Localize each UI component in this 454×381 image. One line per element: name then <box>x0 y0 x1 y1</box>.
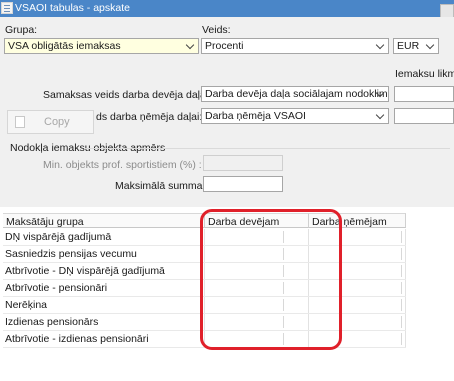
chevron-down-icon[interactable] <box>184 39 196 53</box>
min-objects-input[interactable] <box>203 155 283 171</box>
chevron-down-icon[interactable] <box>374 109 386 123</box>
max-sum-label: Maksimālā summa: <box>115 180 206 192</box>
payer-group-name: Izdienas pensionārs <box>5 316 99 328</box>
grupa-label: Grupa: <box>5 24 38 36</box>
column-header-maksataju-grupa[interactable]: Maksātāju grupa <box>3 213 205 228</box>
chevron-down-icon[interactable] <box>424 39 436 53</box>
veids-select[interactable]: Procenti <box>201 38 389 54</box>
group-divider <box>85 148 450 149</box>
grupa-select[interactable]: VSA obligātās iemaksas <box>4 38 199 54</box>
employee-payment-value: Darba ņēmēja VSAOI <box>205 110 306 122</box>
window-title: VSAOI tabulas - apskate <box>15 2 130 14</box>
employer-payment-label: Samaksas veids darba devēja daļai: <box>43 89 212 101</box>
payer-group-name: DŅ vispārējā gadījumā <box>5 231 112 243</box>
grupa-value: VSA obligātās iemaksas <box>8 40 121 52</box>
employer-payment-select[interactable]: Darba devēja daļa sociālajam nodoklim <box>201 86 389 102</box>
copy-icon <box>15 114 30 128</box>
payer-group-name: Nerēķina <box>5 299 48 311</box>
iemaksu-likme-label: Iemaksu likme <box>395 68 454 80</box>
employee-payment-select[interactable]: Darba ņēmēja VSAOI <box>201 108 389 124</box>
min-objects-label: Min. objekts prof. sportistiem (%) : <box>43 159 202 171</box>
title-bar: VSAOI tabulas - apskate <box>0 0 454 18</box>
veids-value: Procenti <box>205 40 244 52</box>
copy-label: Copy <box>44 116 70 128</box>
currency-value: EUR <box>397 40 420 52</box>
chevron-down-icon[interactable] <box>374 39 386 53</box>
copy-menu-item[interactable]: Copy <box>7 110 94 134</box>
max-sum-input[interactable] <box>203 176 283 192</box>
payer-group-name: Atbrīvotie - pensionāri <box>5 282 108 294</box>
employer-rate-input[interactable] <box>394 86 454 102</box>
app-icon <box>1 2 13 14</box>
veids-label: Veids: <box>202 24 231 36</box>
employee-rate-input[interactable] <box>394 108 454 124</box>
currency-select[interactable]: EUR <box>393 38 439 54</box>
highlight-annotation <box>200 209 342 350</box>
payer-group-name: Atbrīvotie - DŅ vispārējā gadījumā <box>5 265 165 277</box>
chevron-down-icon[interactable] <box>374 87 386 101</box>
payer-group-name: Atbrīvotie - izdienas pensionāri <box>5 333 149 345</box>
payer-group-name: Sasniedzis pensijas vecumu <box>5 248 137 260</box>
employee-payment-label: ds darba ņēmēja daļai: <box>96 111 203 123</box>
window-control-button[interactable] <box>440 4 454 18</box>
employer-payment-value: Darba devēja daļa sociālajam nodoklim <box>205 88 388 100</box>
